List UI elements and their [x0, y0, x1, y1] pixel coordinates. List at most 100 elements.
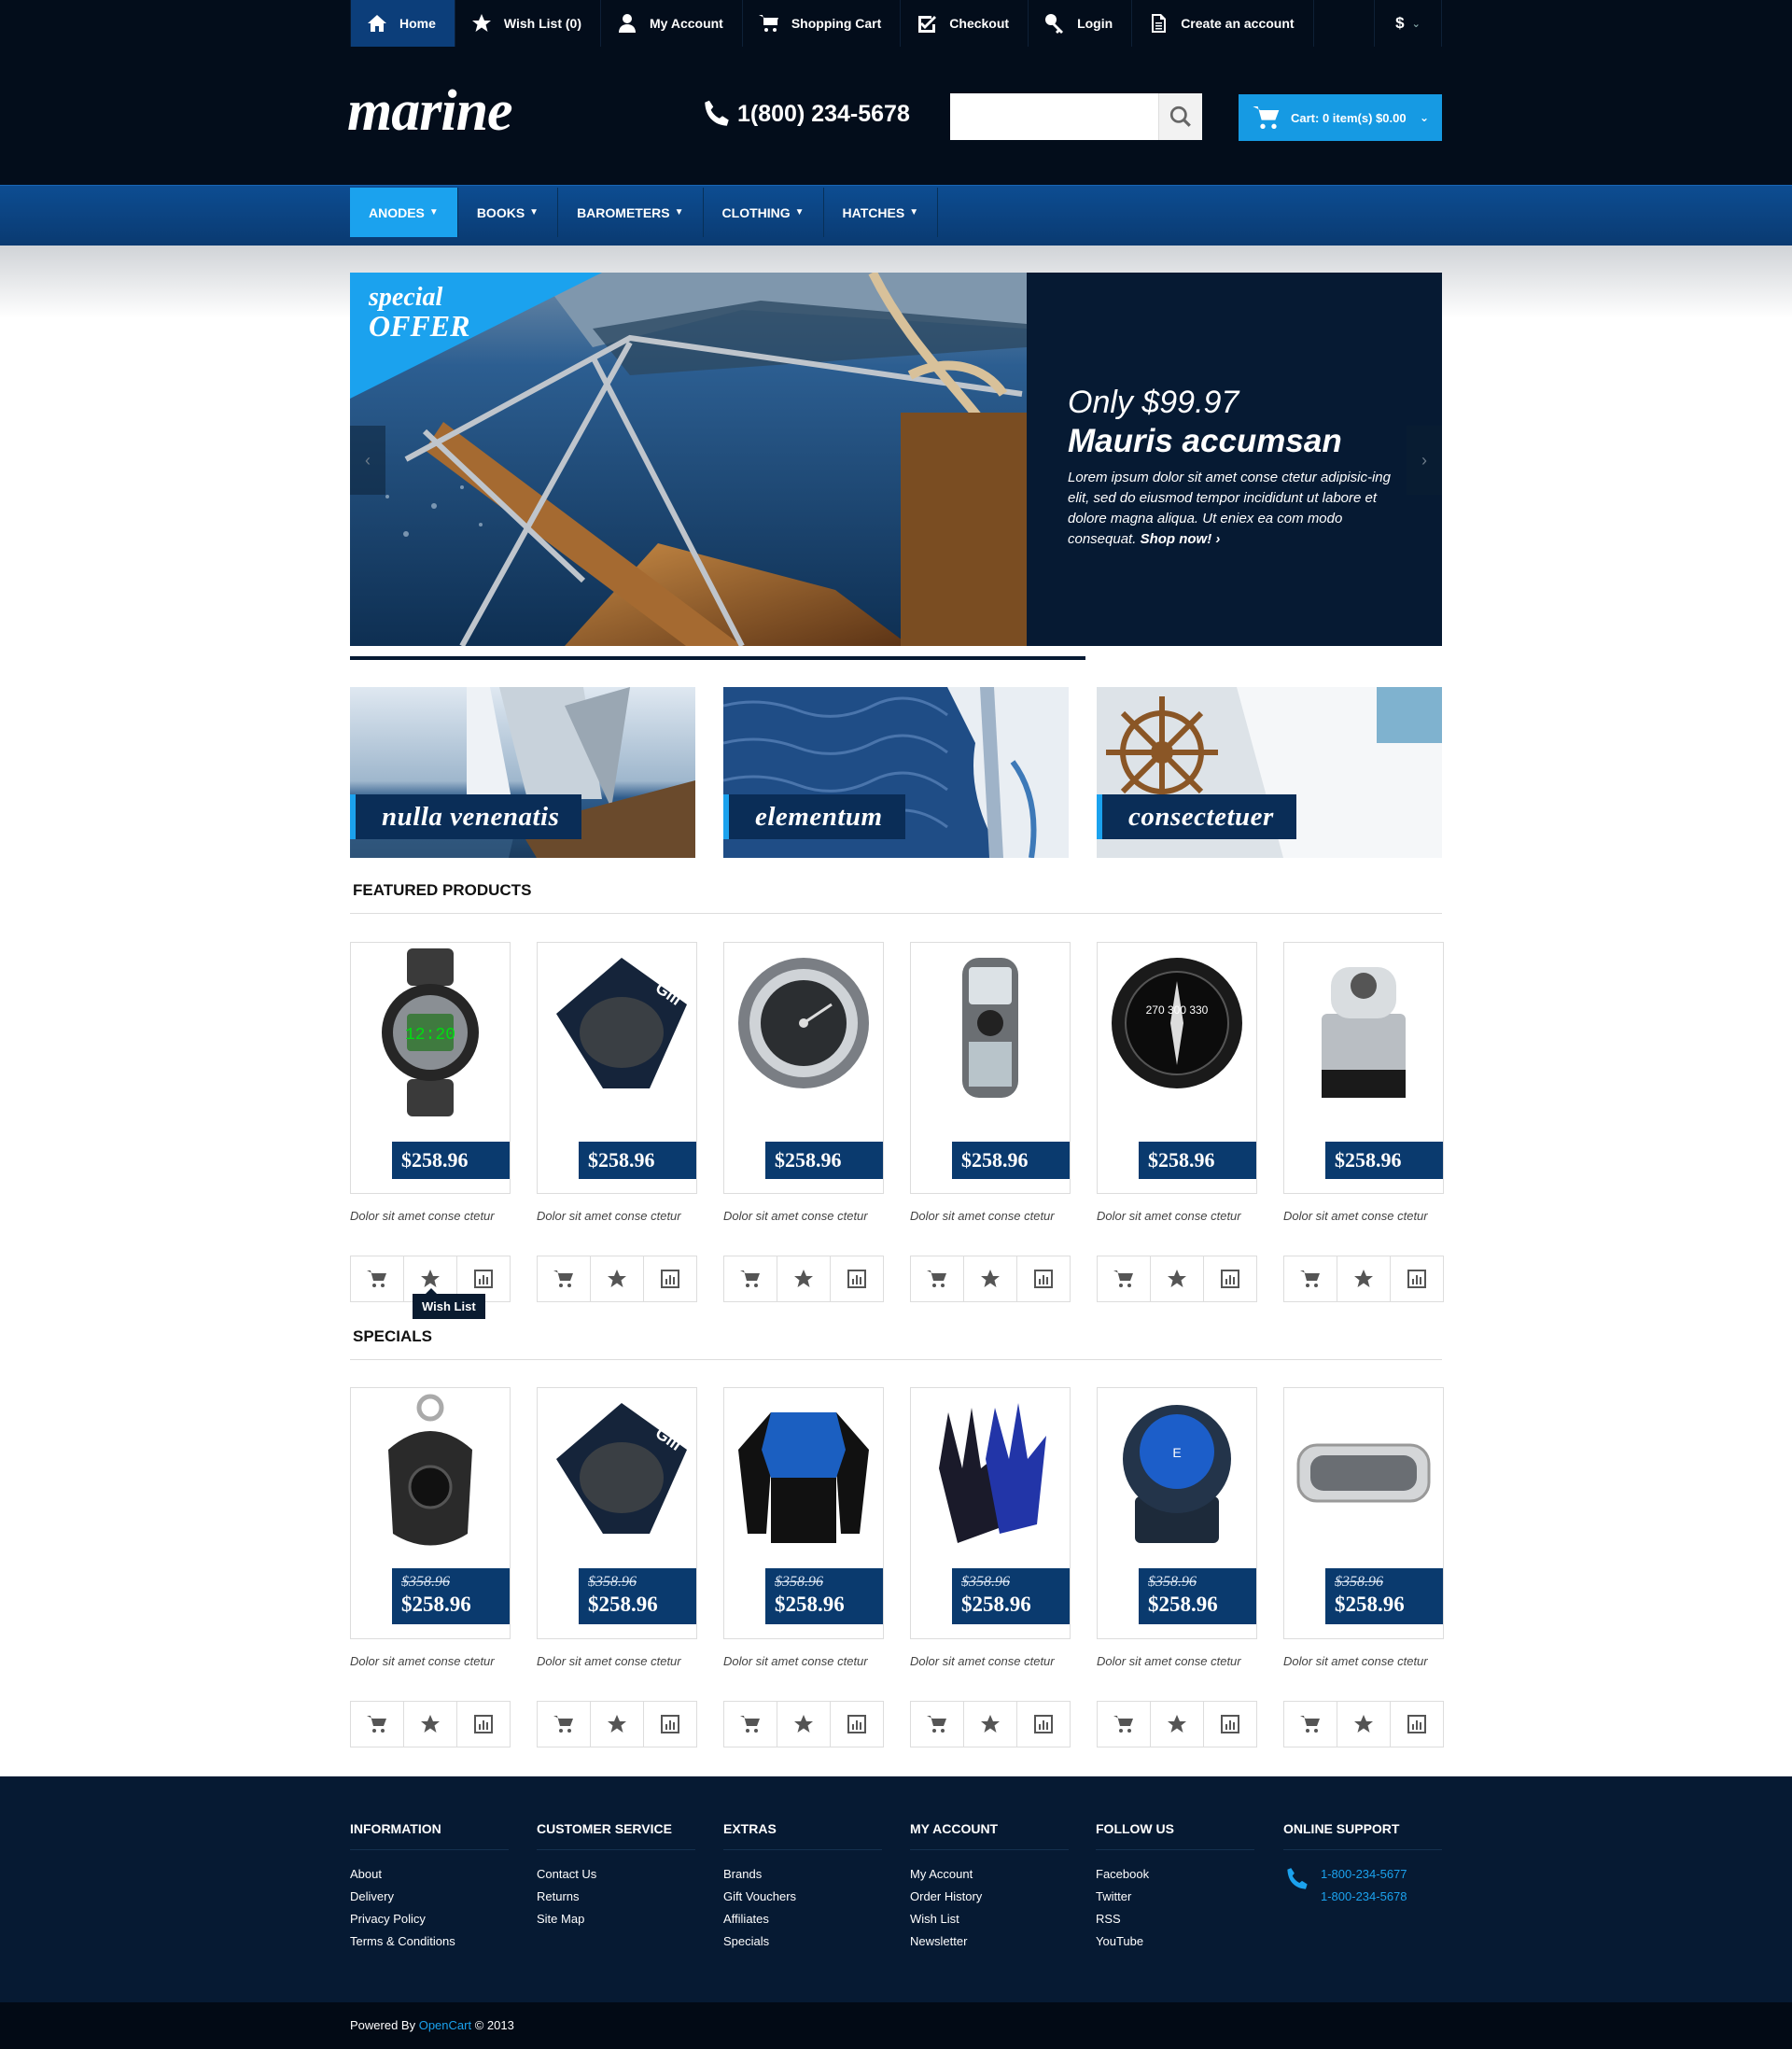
topnav-login[interactable]: Login [1029, 0, 1133, 47]
footer-link[interactable]: RSS [1096, 1908, 1254, 1930]
add-to-wishlist-button[interactable] [404, 1702, 457, 1747]
menu-barometers[interactable]: BAROMETERS ▼ [558, 188, 704, 237]
footer-link[interactable]: Twitter [1096, 1886, 1254, 1908]
product-image[interactable]: $358.96 $258.96 [1283, 1387, 1444, 1639]
add-to-compare-button[interactable] [1391, 1256, 1443, 1301]
product-image[interactable]: E $358.96 $258.96 [1097, 1387, 1257, 1639]
product-name[interactable]: Dolor sit amet conse ctetur [350, 1209, 511, 1226]
search-button[interactable] [1158, 93, 1202, 140]
product-image[interactable]: $258.96 [723, 942, 884, 1194]
add-to-cart-button[interactable] [351, 1256, 404, 1301]
search-input[interactable] [950, 93, 1158, 140]
menu-anodes[interactable]: ANODES ▼ [350, 188, 458, 237]
footer-link[interactable]: Terms & Conditions [350, 1930, 509, 1953]
topnav-shopping-cart[interactable]: Shopping Cart [743, 0, 902, 47]
footer-link[interactable]: About [350, 1863, 509, 1886]
footer-link[interactable]: Returns [537, 1886, 695, 1908]
add-to-wishlist-button[interactable] [964, 1702, 1017, 1747]
add-to-cart-button[interactable] [911, 1256, 964, 1301]
menu-clothing[interactable]: CLOTHING ▼ [704, 188, 824, 237]
add-to-wishlist-button[interactable] [1337, 1702, 1391, 1747]
add-to-wishlist-button[interactable] [591, 1702, 644, 1747]
footer-link[interactable]: Specials [723, 1930, 882, 1953]
add-to-compare-button[interactable] [644, 1702, 696, 1747]
product-card[interactable]: 270 300 330 $258.96 Dolor sit amet conse c… [1097, 942, 1257, 1302]
footer-link[interactable]: Delivery [350, 1886, 509, 1908]
slider-next-button[interactable]: › [1407, 426, 1442, 495]
product-image[interactable]: $358.96 $258.96 [910, 1387, 1071, 1639]
topnav-wishlist[interactable]: Wish List (0) [455, 0, 602, 47]
add-to-cart-button[interactable] [724, 1256, 777, 1301]
product-name[interactable]: Dolor sit amet conse ctetur [537, 1654, 697, 1671]
product-image[interactable]: Gill $258.96 [537, 942, 697, 1194]
add-to-wishlist-button[interactable] [1151, 1702, 1204, 1747]
product-name[interactable]: Dolor sit amet conse ctetur [1097, 1209, 1257, 1226]
footer-link[interactable]: YouTube [1096, 1930, 1254, 1953]
banner-sailing[interactable]: nulla venenatis [350, 687, 695, 858]
add-to-wishlist-button[interactable] [1151, 1256, 1204, 1301]
support-phone[interactable]: 1-800-234-5677 [1321, 1863, 1407, 1886]
product-image[interactable]: $258.96 [1283, 942, 1444, 1194]
footer-link[interactable]: Brands [723, 1863, 882, 1886]
footer-link[interactable]: Gift Vouchers [723, 1886, 882, 1908]
topnav-my-account[interactable]: My Account [601, 0, 743, 47]
add-to-compare-button[interactable] [457, 1702, 510, 1747]
add-to-compare-button[interactable] [644, 1256, 696, 1301]
add-to-cart-button[interactable] [1098, 1256, 1151, 1301]
product-card[interactable]: $358.96 $258.96 Dolor sit amet conse ctetu… [1283, 1387, 1444, 1747]
add-to-cart-button[interactable] [1098, 1702, 1151, 1747]
add-to-compare-button[interactable] [831, 1256, 883, 1301]
add-to-cart-button[interactable] [1284, 1256, 1337, 1301]
topnav-checkout[interactable]: Checkout [901, 0, 1029, 47]
product-image[interactable]: $358.96 $258.96 [350, 1387, 511, 1639]
cart-dropdown[interactable]: Cart: 0 item(s) $0.00 ⌄ [1239, 94, 1442, 141]
product-image[interactable]: $358.96 $258.96 [723, 1387, 884, 1639]
add-to-cart-button[interactable] [538, 1256, 591, 1301]
footer-link[interactable]: Privacy Policy [350, 1908, 509, 1930]
product-name[interactable]: Dolor sit amet conse ctetur [537, 1209, 697, 1226]
add-to-cart-button[interactable] [351, 1702, 404, 1747]
footer-link[interactable]: Site Map [537, 1908, 695, 1930]
product-image[interactable]: $258.96 [910, 942, 1071, 1194]
currency-selector[interactable]: $ ⌄ [1375, 0, 1442, 47]
footer-link[interactable]: Facebook [1096, 1863, 1254, 1886]
add-to-compare-button[interactable] [1204, 1702, 1256, 1747]
add-to-wishlist-button[interactable] [777, 1256, 831, 1301]
product-image[interactable]: 270 300 330 $258.96 [1097, 942, 1257, 1194]
product-name[interactable]: Dolor sit amet conse ctetur [1097, 1654, 1257, 1671]
product-card[interactable]: Gill $258.96 Dolor sit amet conse ctetur [537, 942, 697, 1302]
site-logo[interactable]: marine [347, 82, 513, 140]
add-to-cart-button[interactable] [538, 1702, 591, 1747]
product-card[interactable]: $258.96 Dolor sit amet conse ctetur [910, 942, 1071, 1302]
footer-link[interactable]: Newsletter [910, 1930, 1069, 1953]
banner-wheel[interactable]: consectetuer [1097, 687, 1442, 858]
hero-slider[interactable]: special OFFER Only $99.97 Mauris accumsa… [350, 273, 1442, 646]
product-name[interactable]: Dolor sit amet conse ctetur [723, 1654, 884, 1671]
slider-prev-button[interactable]: ‹ [350, 426, 385, 495]
footer-link[interactable]: Contact Us [537, 1863, 695, 1886]
add-to-wishlist-button[interactable] [964, 1256, 1017, 1301]
product-card[interactable]: E $358.96 $258.96 Dolor sit amet conse ctet… [1097, 1387, 1257, 1747]
opencart-link[interactable]: OpenCart [419, 2018, 471, 2032]
add-to-compare-button[interactable] [1017, 1256, 1070, 1301]
footer-link[interactable]: Order History [910, 1886, 1069, 1908]
banner-ocean[interactable]: elementum [723, 687, 1069, 858]
topnav-home[interactable]: Home [351, 0, 455, 47]
product-name[interactable]: Dolor sit amet conse ctetur [910, 1209, 1071, 1226]
product-name[interactable]: Dolor sit amet conse ctetur [1283, 1654, 1444, 1671]
product-image[interactable]: 12:20 $258.96 [350, 942, 511, 1194]
support-phone[interactable]: 1-800-234-5678 [1321, 1886, 1407, 1908]
product-card[interactable]: Gill $358.96 $258.96 Dolor sit amet conse c… [537, 1387, 697, 1747]
product-image[interactable]: Gill $358.96 $258.96 [537, 1387, 697, 1639]
product-card[interactable]: $358.96 $258.96 Dolor sit amet conse ctetu… [350, 1387, 511, 1747]
add-to-compare-button[interactable] [1391, 1702, 1443, 1747]
product-card[interactable]: $358.96 $258.96 Dolor sit amet conse ctetu… [910, 1387, 1071, 1747]
add-to-wishlist-button[interactable] [777, 1702, 831, 1747]
add-to-compare-button[interactable] [1017, 1702, 1070, 1747]
footer-link[interactable]: Affiliates [723, 1908, 882, 1930]
add-to-compare-button[interactable] [1204, 1256, 1256, 1301]
product-card[interactable]: $258.96 Dolor sit amet conse ctetur [1283, 942, 1444, 1302]
menu-hatches[interactable]: HATCHES ▼ [824, 188, 939, 237]
topnav-create-account[interactable]: Create an account [1132, 0, 1314, 47]
product-name[interactable]: Dolor sit amet conse ctetur [723, 1209, 884, 1226]
